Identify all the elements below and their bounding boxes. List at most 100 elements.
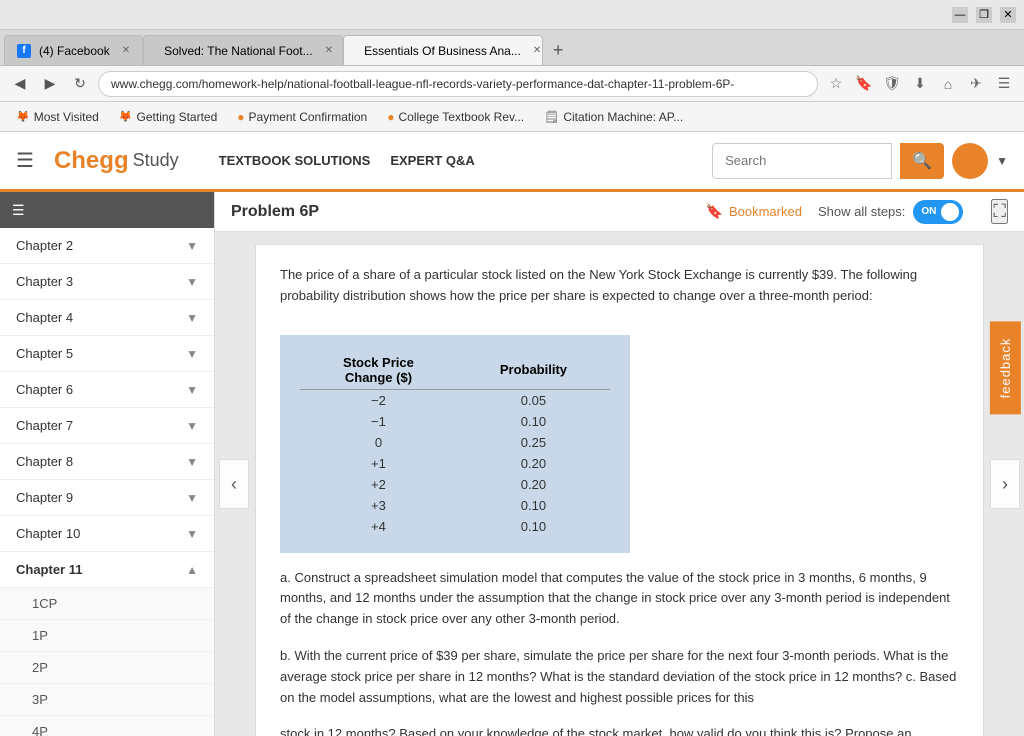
chapter7-expand-icon: ▼ (186, 419, 198, 433)
table-col1-header: Stock PriceChange ($) (300, 351, 457, 390)
tab-essentials[interactable]: Essentials Of Business Ana... ✕ (343, 35, 543, 65)
forward-button[interactable]: ▶ (38, 72, 62, 96)
table-cell-probability: 0.05 (457, 389, 610, 411)
download-icon[interactable]: ⬇ (908, 72, 932, 96)
table-cell-probability: 0.10 (457, 411, 610, 432)
sub-item-1p[interactable]: 1P (0, 620, 214, 652)
bookmarks-bar: 🦊 Most Visited 🦊 Getting Started ● Payme… (0, 102, 1024, 132)
url-input[interactable]: www.chegg.com/homework-help/national-foo… (98, 71, 818, 97)
table-cell-probability: 0.25 (457, 432, 610, 453)
feedback-button[interactable]: feedback (990, 322, 1021, 415)
bookmark-getting-started[interactable]: 🦊 Getting Started (111, 108, 225, 126)
star-icon[interactable]: ☆ (824, 72, 848, 96)
tab-facebook-close[interactable]: ✕ (122, 45, 130, 56)
tab-essentials-label: Essentials Of Business Ana... (364, 44, 521, 58)
sub-item-1cp[interactable]: 1CP (0, 588, 214, 620)
bookmark-payment[interactable]: ● Payment Confirmation (229, 108, 375, 126)
problem-header: Problem 6P 🔖 Bookmarked Show all steps: … (215, 192, 1024, 232)
url-text: www.chegg.com/homework-help/national-foo… (111, 77, 734, 91)
sub-item-1p-label: 1P (32, 628, 48, 643)
sidebar-item-chapter11[interactable]: Chapter 11 ▲ (0, 552, 214, 588)
bookmark-college[interactable]: ● College Textbook Rev... (379, 108, 532, 126)
chegg-logo[interactable]: Chegg Study (54, 147, 179, 175)
sidebar-item-chapter4[interactable]: Chapter 4 ▼ (0, 300, 214, 336)
sidebar-item-chapter2[interactable]: Chapter 2 ▼ (0, 228, 214, 264)
table-cell-change: 0 (300, 432, 457, 453)
firefox-icon: 🦊 (16, 110, 30, 123)
sidebar-item-chapter9[interactable]: Chapter 9 ▼ (0, 480, 214, 516)
table-cell-change: +2 (300, 474, 457, 495)
sidebar-item-chapter3[interactable]: Chapter 3 ▼ (0, 264, 214, 300)
sub-item-2p[interactable]: 2P (0, 652, 214, 684)
chapter3-expand-icon: ▼ (186, 275, 198, 289)
shield-icon[interactable]: 🛡 (880, 72, 904, 96)
bookmark-most-visited-label: Most Visited (34, 110, 99, 124)
table-cell-change: +1 (300, 453, 457, 474)
prev-arrow[interactable]: ‹ (219, 459, 249, 509)
sub-item-3p-label: 3P (32, 692, 48, 707)
chapter2-expand-icon: ▼ (186, 239, 198, 253)
table-row: +20.20 (300, 474, 610, 495)
new-tab-button[interactable]: + (543, 35, 573, 65)
close-button[interactable]: ✕ (1000, 7, 1016, 23)
menu-icon[interactable]: ☰ (992, 72, 1016, 96)
tab-essentials-close[interactable]: ✕ (533, 45, 541, 56)
toggle-on[interactable] (913, 200, 963, 224)
sidebar-item-chapter6[interactable]: Chapter 6 ▼ (0, 372, 214, 408)
table-row: +10.20 (300, 453, 610, 474)
main-content: ☰ Chapter 2 ▼ Chapter 3 ▼ Chapter 4 ▼ Ch… (0, 192, 1024, 736)
table-cell-change: −2 (300, 389, 457, 411)
content-area: Problem 6P 🔖 Bookmarked Show all steps: … (215, 192, 1024, 736)
table-cell-probability: 0.10 (457, 516, 610, 537)
back-button[interactable]: ◀ (8, 72, 32, 96)
bookmarked-button[interactable]: 🔖 Bookmarked (706, 203, 802, 220)
home-icon[interactable]: ⌂ (936, 72, 960, 96)
search-input[interactable] (712, 143, 892, 179)
bookmark-most-visited[interactable]: 🦊 Most Visited (8, 108, 107, 126)
tab-facebook-label: (4) Facebook (39, 44, 110, 58)
nav-expert-qa[interactable]: EXPERT Q&A (390, 153, 475, 168)
nav-textbook-solutions[interactable]: TEXTBOOK SOLUTIONS (219, 153, 371, 168)
sidebar-item-chapter7[interactable]: Chapter 7 ▼ (0, 408, 214, 444)
user-avatar[interactable] (952, 143, 988, 179)
problem-text-c: stock in 12 months? Based on your knowle… (280, 724, 959, 736)
reload-button[interactable]: ↻ (68, 72, 92, 96)
citation-icon: 🗒 (544, 110, 559, 124)
maximize-button[interactable]: ❐ (976, 7, 992, 23)
tab-facebook[interactable]: f (4) Facebook ✕ (4, 35, 143, 65)
sidebar-item-chapter10[interactable]: Chapter 10 ▼ (0, 516, 214, 552)
hamburger-menu[interactable]: ☰ (16, 148, 34, 173)
minimize-button[interactable]: — (952, 7, 968, 23)
send-icon[interactable]: ✈ (964, 72, 988, 96)
search-button[interactable]: 🔍 (900, 143, 944, 179)
chevron-down-icon[interactable]: ▼ (996, 154, 1008, 168)
next-arrow[interactable]: › (990, 459, 1020, 509)
chapter7-label: Chapter 7 (16, 418, 73, 433)
tab-solved[interactable]: Solved: The National Foot... ✕ (143, 35, 343, 65)
header-nav: TEXTBOOK SOLUTIONS EXPERT Q&A (219, 153, 475, 168)
sub-item-4p[interactable]: 4P (0, 716, 214, 736)
table-row: −10.10 (300, 411, 610, 432)
bookmark-citation[interactable]: 🗒 Citation Machine: AP... (536, 108, 691, 126)
tab-solved-close[interactable]: ✕ (325, 45, 333, 56)
bookmark-icon[interactable]: 🔖 (852, 72, 876, 96)
table-cell-change: +3 (300, 495, 457, 516)
sidebar-item-chapter8[interactable]: Chapter 8 ▼ (0, 444, 214, 480)
content-scroll[interactable]: ‹ › The price of a share of a particular… (215, 232, 1024, 736)
expand-button[interactable]: ⛶ (991, 199, 1008, 224)
chapter3-label: Chapter 3 (16, 274, 73, 289)
table-row: +30.10 (300, 495, 610, 516)
sub-item-1cp-label: 1CP (32, 596, 57, 611)
sub-item-3p[interactable]: 3P (0, 684, 214, 716)
chapter6-label: Chapter 6 (16, 382, 73, 397)
table-row: −20.05 (300, 389, 610, 411)
address-bar: ◀ ▶ ↻ www.chegg.com/homework-help/nation… (0, 66, 1024, 102)
problem-text-intro: The price of a share of a particular sto… (280, 265, 959, 307)
table-row: +40.10 (300, 516, 610, 537)
title-bar: — ❐ ✕ (0, 0, 1024, 30)
chapter8-expand-icon: ▼ (186, 455, 198, 469)
chegg-brand: Chegg (54, 147, 129, 175)
sidebar-item-chapter5[interactable]: Chapter 5 ▼ (0, 336, 214, 372)
chegg-bookmark-icon: ● (237, 110, 244, 124)
chapter6-expand-icon: ▼ (186, 383, 198, 397)
